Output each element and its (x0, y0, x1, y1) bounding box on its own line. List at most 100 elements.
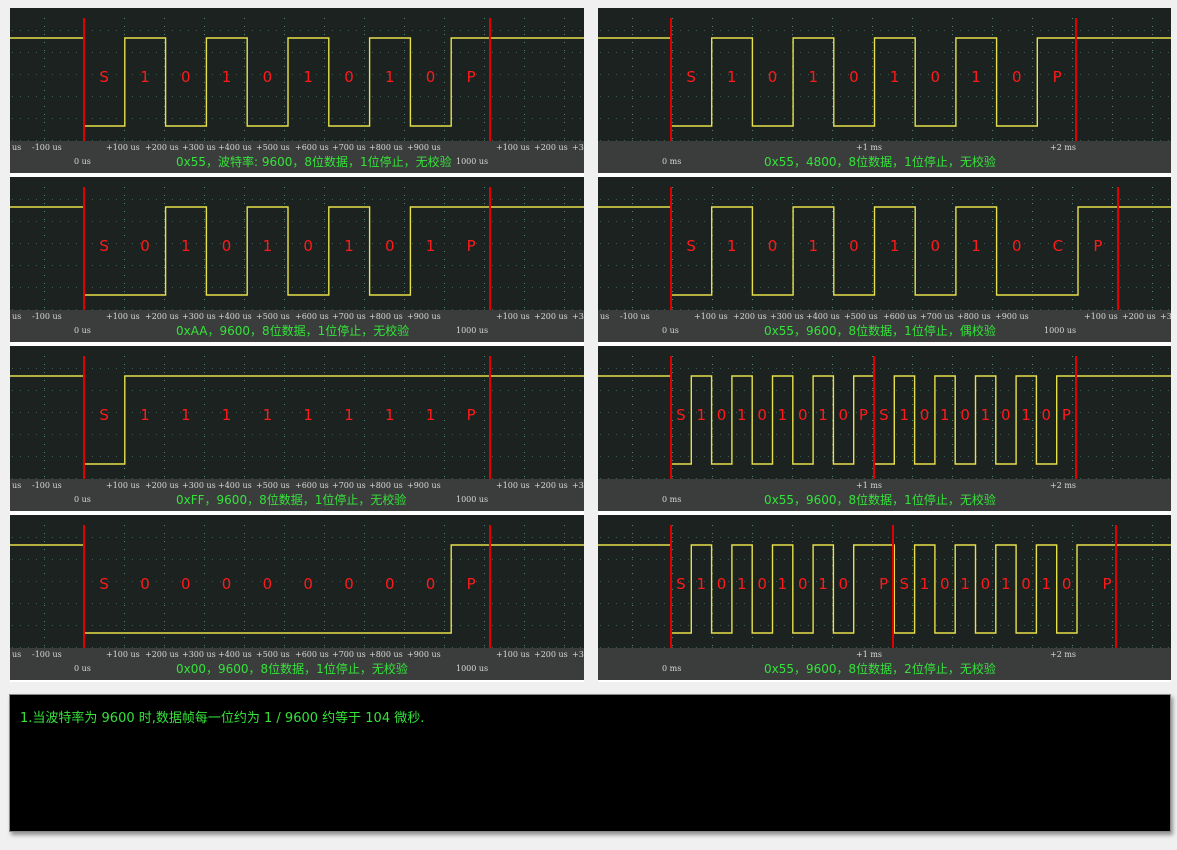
grid-dot (1064, 368, 1065, 369)
grid-dot (364, 452, 365, 453)
grid-dot (236, 581, 237, 582)
grid-dot (532, 603, 533, 604)
grid-dot (872, 356, 873, 357)
grid-dot (976, 96, 977, 97)
grid-dot (524, 299, 525, 300)
grid-dot (904, 287, 905, 288)
grid-dot (1064, 243, 1065, 244)
grid-dot (672, 434, 673, 435)
grid-dot (1040, 118, 1041, 119)
grid-dot (912, 629, 913, 630)
grid-dot (244, 356, 245, 357)
grid-dot (992, 96, 993, 97)
grid-dot (100, 390, 101, 391)
grid-dot (952, 122, 953, 123)
grid-dot (1112, 396, 1113, 397)
grid-dot (752, 372, 753, 373)
grid-dot (944, 30, 945, 31)
bit-label: S (686, 68, 696, 86)
grid-dot (228, 30, 229, 31)
grid-dot (816, 287, 817, 288)
bit-label: 0 (303, 575, 313, 593)
grid-dot (372, 30, 373, 31)
grid-dot (236, 537, 237, 538)
grid-dot (316, 390, 317, 391)
grid-dot (44, 42, 45, 43)
grid-dot (548, 537, 549, 538)
grid-dot (1160, 96, 1161, 97)
grid-dot (840, 390, 841, 391)
grid-dot (1152, 50, 1153, 51)
grid-dot (1152, 434, 1153, 435)
grid-dot (736, 390, 737, 391)
grid-dot (1144, 412, 1145, 413)
grid-dot (516, 625, 517, 626)
grid-dot (952, 199, 953, 200)
grid-dot (564, 211, 565, 212)
grid-dot (992, 468, 993, 469)
grid-dot (1104, 52, 1105, 53)
grid-dot (752, 533, 753, 534)
grid-dot (672, 452, 673, 453)
grid-dot (920, 199, 921, 200)
grid-dot (824, 96, 825, 97)
grid-dot (452, 118, 453, 119)
grid-dot (792, 533, 793, 534)
grid-dot (28, 30, 29, 31)
grid-dot (332, 625, 333, 626)
waveform-plot (598, 187, 1171, 310)
grid-dot (712, 372, 713, 373)
grid-dot (132, 537, 133, 538)
grid-dot (832, 74, 833, 75)
grid-dot (992, 460, 993, 461)
grid-dot (600, 74, 601, 75)
grid-dot (744, 52, 745, 53)
grid-dot (508, 96, 509, 97)
grid-dot (180, 603, 181, 604)
grid-dot (60, 603, 61, 604)
grid-dot (44, 26, 45, 27)
grid-dot (452, 287, 453, 288)
grid-dot (1152, 96, 1153, 97)
grid-dot (672, 525, 673, 526)
grid-dot (580, 368, 581, 369)
grid-dot (800, 390, 801, 391)
grid-dot (960, 30, 961, 31)
grid-dot (1072, 476, 1073, 477)
grid-dot (1144, 390, 1145, 391)
grid-dot (204, 187, 205, 188)
grid-dot (608, 221, 609, 222)
grid-dot (516, 368, 517, 369)
grid-dot (580, 434, 581, 435)
grid-dot (276, 96, 277, 97)
grid-dot (108, 625, 109, 626)
grid-dot (1152, 52, 1153, 53)
grid-dot (212, 456, 213, 457)
grid-dot (428, 456, 429, 457)
grid-dot (484, 637, 485, 638)
grid-dot (1152, 118, 1153, 119)
grid-dot (1096, 265, 1097, 266)
grid-dot (1072, 265, 1073, 266)
grid-dot (164, 90, 165, 91)
grid-dot (44, 372, 45, 373)
grid-dot (1168, 199, 1169, 200)
grid-dot (1120, 368, 1121, 369)
grid-dot (632, 265, 633, 266)
grid-dot (228, 603, 229, 604)
grid-dot (60, 559, 61, 560)
axis-tick-label: +200 us (733, 312, 767, 321)
grid-dot (164, 211, 165, 212)
grid-dot (220, 456, 221, 457)
grid-dot (444, 74, 445, 75)
grid-dot (164, 573, 165, 574)
panel-caption: 0xAA，9600，8位数据，1位停止，无校验 (176, 324, 410, 338)
grid-dot (632, 96, 633, 97)
grid-dot (444, 187, 445, 188)
grid-dot (324, 118, 325, 119)
grid-dot (388, 118, 389, 119)
grid-dot (992, 199, 993, 200)
grid-dot (688, 412, 689, 413)
grid-dot (444, 412, 445, 413)
grid-dot (672, 219, 673, 220)
